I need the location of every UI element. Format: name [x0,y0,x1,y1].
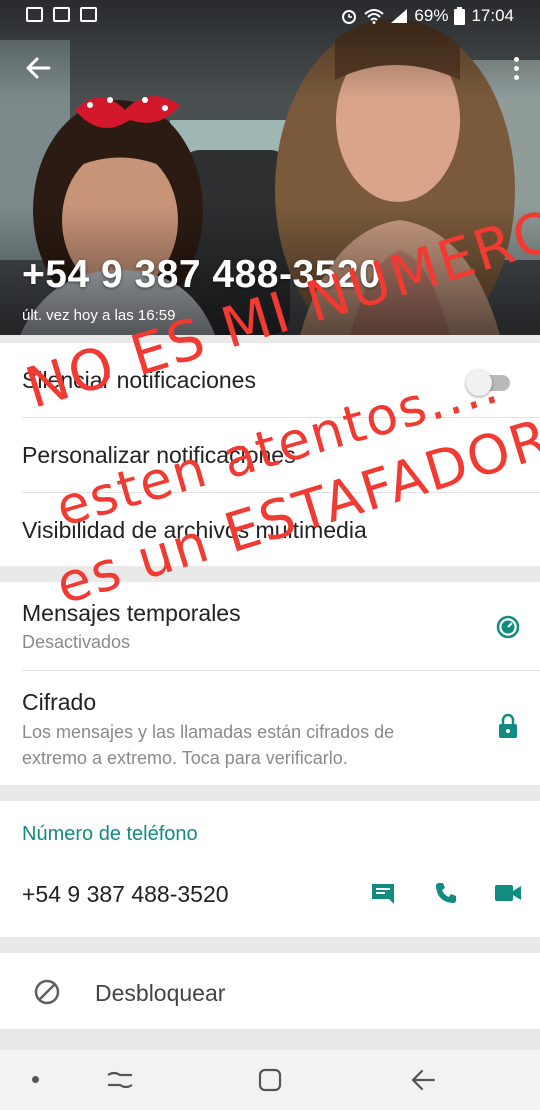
timer-icon [496,615,520,639]
custom-notifications-row[interactable]: Personalizar notificaciones [0,418,540,492]
mute-toggle[interactable] [466,370,510,396]
system-nav-bar [0,1050,540,1110]
screen: 69% 17:04 +54 9 387 488-3520 últ. vez ho… [0,0,540,1110]
encryption-description: Los mensajes y las llamadas están cifrad… [22,722,395,768]
custom-notifications-label: Personalizar notificaciones [22,442,296,468]
mute-notifications-label: Silenciar notificaciones [22,367,256,393]
videocam-icon[interactable] [494,883,522,903]
media-visibility-row[interactable]: Visibilidad de archivos multimedia [0,493,540,566]
nav-dot-icon[interactable] [32,1076,39,1083]
encryption-row[interactable]: Cifrado Los mensajes y las llamadas está… [0,671,540,785]
back-button[interactable] [22,52,54,84]
more-options-button[interactable] [510,54,522,84]
back-arrow-icon [26,57,51,79]
disappearing-messages-label: Mensajes temporales [22,600,241,626]
signal-icon [391,9,408,23]
media-visibility-label: Visibilidad de archivos multimedia [22,517,367,543]
phone-icon[interactable] [434,881,458,905]
lock-icon [499,713,517,738]
battery-percent: 69% [414,6,449,25]
wifi-icon [364,9,385,24]
more-vert-icon [513,57,519,62]
status-bar: 69% 17:04 [0,0,540,32]
notification-settings-card: Silenciar notificaciones Personalizar no… [0,343,540,566]
recent-apps-icon[interactable] [106,1068,134,1092]
mute-notifications-row[interactable]: Silenciar notificaciones [0,343,540,417]
unblock-card[interactable]: Desbloquear [0,953,540,1029]
block-icon [34,979,60,1005]
contact-name: +54 9 387 488-3520 [22,253,382,296]
last-seen: últ. vez hoy a las 16:59 [22,307,176,324]
disappearing-messages-row[interactable]: Mensajes temporales Desactivados [0,582,540,670]
phone-number[interactable]: +54 9 387 488-3520 [22,881,229,908]
disappearing-messages-status: Desactivados [22,632,131,652]
alarm-icon [342,10,357,24]
encryption-label: Cifrado [22,689,97,715]
gallery-icon [26,7,43,22]
activity-icon [80,7,97,22]
battery-icon [454,7,466,25]
home-icon[interactable] [258,1068,282,1092]
phone-section-title: Número de teléfono [22,823,198,845]
unblock-label: Desbloquear [95,980,226,1006]
clock: 17:04 [471,6,514,25]
privacy-card: Mensajes temporales Desactivados Cifrado… [0,582,540,785]
mail-icon [53,7,70,22]
nav-back-icon[interactable] [410,1068,436,1092]
phone-card: Número de teléfono +54 9 387 488-3520 [0,801,540,937]
message-icon[interactable] [370,882,396,906]
